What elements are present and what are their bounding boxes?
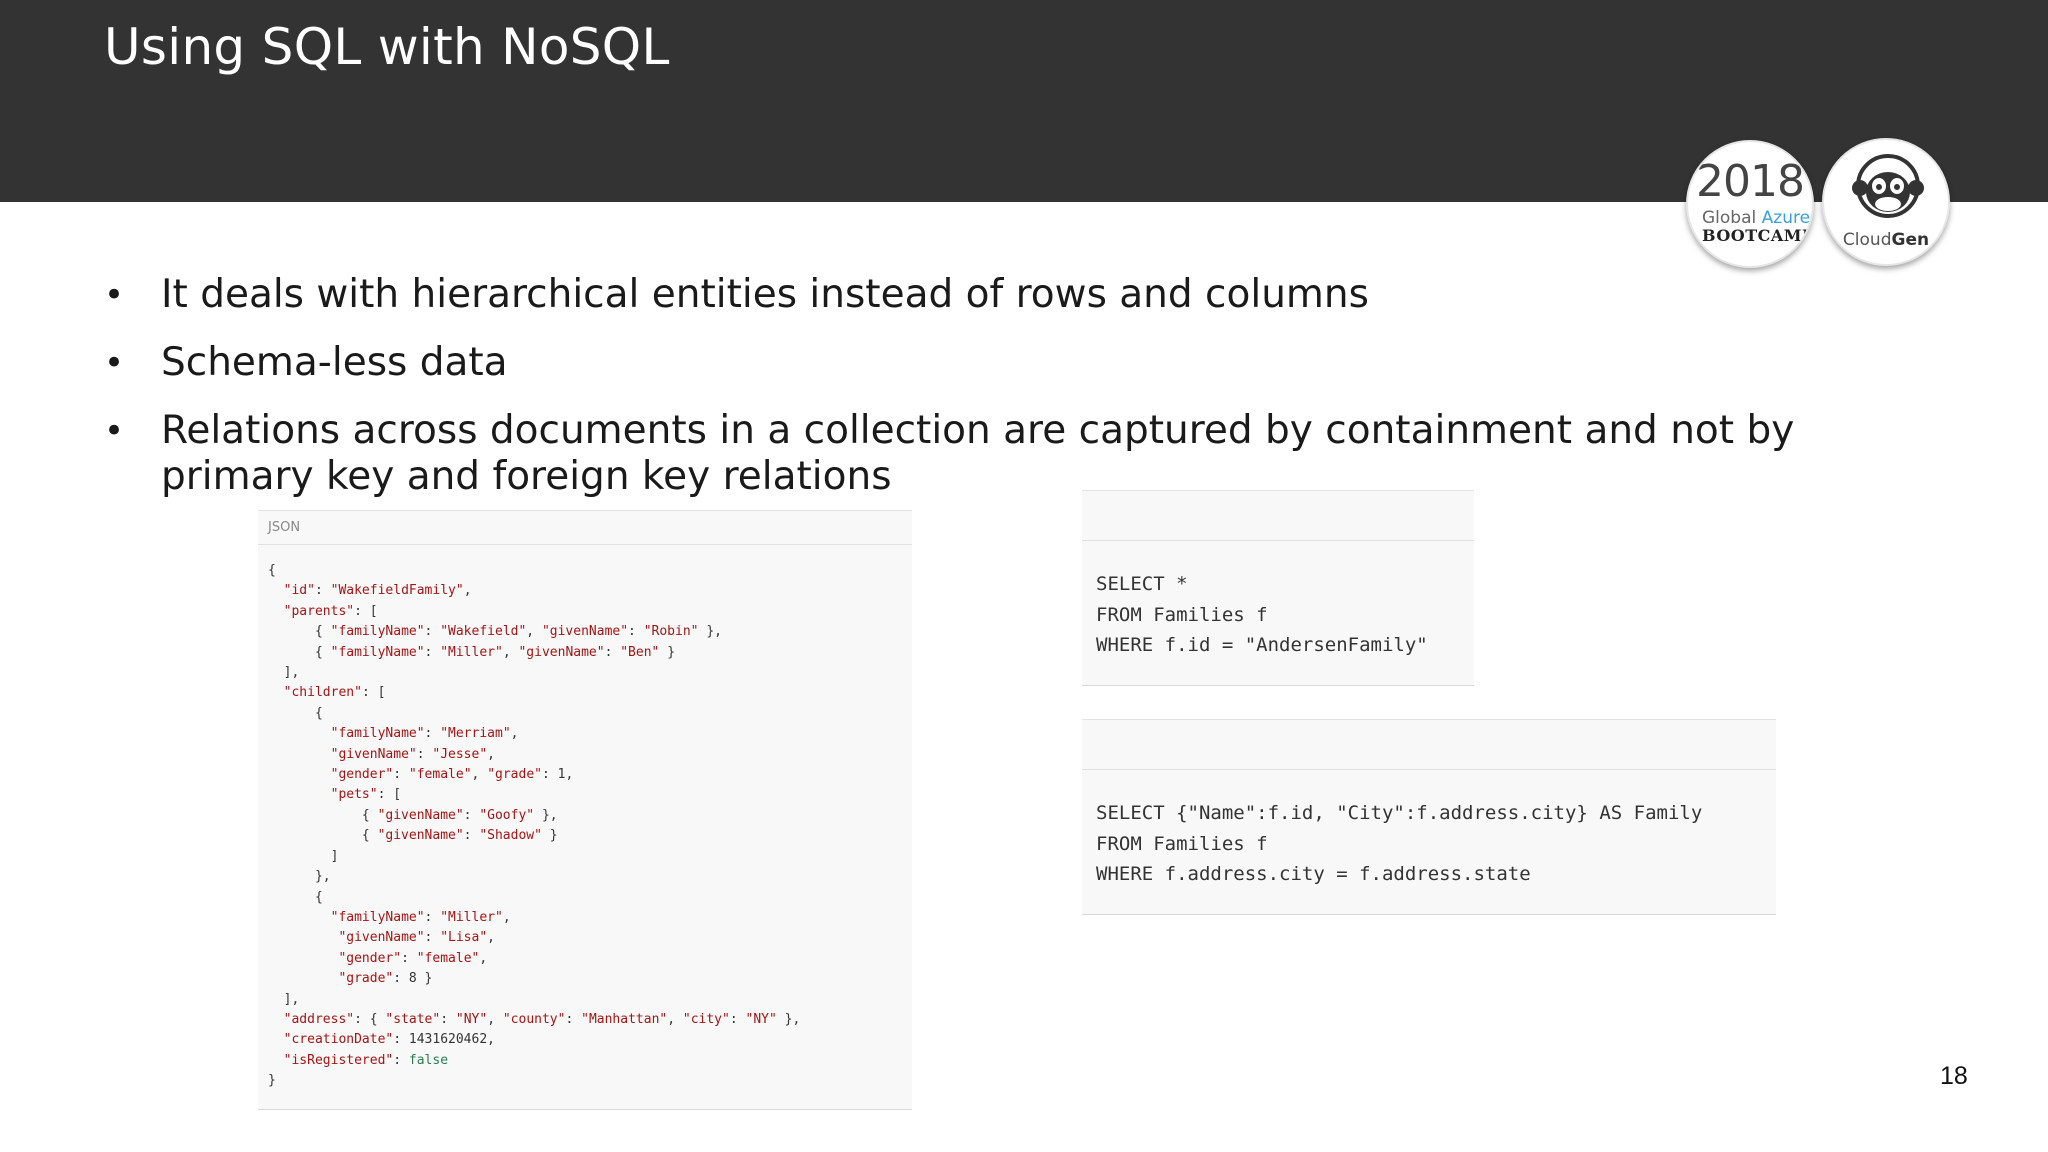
json-code-line: ] — [330, 848, 339, 864]
json-code-line: "familyName": "Miller", — [330, 909, 511, 925]
json-code-line: "gender": "female", — [338, 950, 488, 966]
json-code-line: { — [314, 705, 323, 721]
logo-cloudgen-text: CloudGen — [1824, 230, 1948, 250]
sql-code-line: FROM Families f — [1096, 603, 1268, 626]
json-code-line: ], — [283, 665, 300, 681]
logo-year: 2018 — [1696, 156, 1805, 207]
json-code-line: { "familyName": "Wakefield", "givenName"… — [268, 624, 722, 640]
cloudgen-logo: CloudGen — [1822, 138, 1950, 266]
bullet-item: • It deals with hierarchical entities ins… — [104, 272, 1944, 318]
bullet-list: • It deals with hierarchical entities ins… — [104, 272, 1944, 522]
page-number: 18 — [1940, 1062, 1968, 1090]
sql-code-line: SELECT {"Name":f.id, "City":f.address.ci… — [1096, 802, 1703, 824]
json-code-line: { "givenName": "Goofy" }, — [268, 807, 558, 823]
json-code-line: "parents": [ — [283, 603, 378, 619]
bullet-text: Relations across documents in a collecti… — [161, 408, 1795, 499]
bullet-dot: • — [104, 275, 125, 315]
json-code-line: ], — [283, 991, 300, 1007]
logo-global-azure: Global Azure — [1702, 208, 1810, 228]
sql-query-panel-2: SELECT {"Name":f.id, "City":f.address.ci… — [1082, 719, 1776, 915]
json-code-line: "gender": "female", "grade": 1, — [330, 767, 574, 783]
json-code-line: "creationDate": 1431620462, — [283, 1032, 495, 1048]
json-code-line: "id": "WakefieldFamily", — [283, 583, 472, 599]
bullet-item: • Relations across documents in a collect… — [104, 408, 1944, 500]
json-code-line: "familyName": "Merriam", — [330, 726, 519, 742]
bullet-dot: • — [104, 343, 125, 383]
json-code-line: "givenName": "Lisa", — [338, 930, 495, 946]
global-azure-bootcamp-logo: 2018 Global Azure BOOTCAMP — [1686, 140, 1814, 268]
json-code-line: { "familyName": "Miller", "givenName": "… — [268, 644, 676, 660]
json-code-block: { "id": "WakefieldFamily", "parents": [ … — [268, 561, 800, 1092]
sql-panel-header — [1082, 720, 1776, 770]
bullet-text: Schema-less data — [161, 340, 508, 385]
json-code-line: { — [268, 563, 276, 578]
json-code-panel: JSON { "id": "WakefieldFamily", "parents… — [258, 510, 912, 1110]
sql-code-line: SELECT * — [1096, 573, 1188, 595]
logo-cloud-text: Cloud — [1842, 230, 1892, 250]
json-code-line: }, — [314, 869, 331, 885]
json-code-line: "pets": [ — [330, 787, 402, 803]
sql-code-line: WHERE f.id = "AndersenFamily" — [1096, 634, 1428, 656]
sql-code-block: SELECT {"Name":f.id, "City":f.address.ci… — [1096, 798, 1702, 890]
logo-global-text: Global — [1702, 208, 1757, 228]
bullet-text: It deals with hierarchical entities inst… — [161, 272, 1369, 317]
logo-bootcamp-text: BOOTCAMP — [1702, 226, 1814, 245]
sql-code-line: WHERE f.address.city = f.address.state — [1096, 863, 1531, 885]
logo-gen-text: Gen — [1891, 230, 1930, 250]
json-panel-label: JSON — [268, 520, 301, 535]
json-code-line: "address": { "state": "NY", "county": "M… — [283, 1011, 801, 1027]
sql-code-line: FROM Families f — [1096, 832, 1268, 855]
slide-title: Using SQL with NoSQL — [104, 18, 670, 76]
json-code-line: "givenName": "Jesse", — [330, 746, 495, 762]
json-panel-header: JSON — [258, 511, 912, 545]
json-code-line: "grade": 8 } — [338, 971, 433, 987]
monkey-icon — [1852, 154, 1924, 218]
logo-azure-text: Azure — [1761, 208, 1811, 228]
sql-code-block: SELECT * FROM Families f WHERE f.id = "A… — [1096, 569, 1428, 661]
bullet-item: • Schema-less data — [104, 340, 1944, 386]
bullet-dot: • — [104, 411, 125, 451]
json-code-line: "isRegistered": false — [283, 1052, 449, 1068]
json-code-line: { "givenName": "Shadow" } — [268, 828, 558, 844]
json-code-line: { — [314, 889, 323, 905]
json-code-line: "children": [ — [283, 685, 386, 701]
sql-query-panel-1: SELECT * FROM Families f WHERE f.id = "A… — [1082, 490, 1474, 686]
sql-panel-header — [1082, 491, 1474, 541]
json-code-line: } — [268, 1073, 276, 1089]
